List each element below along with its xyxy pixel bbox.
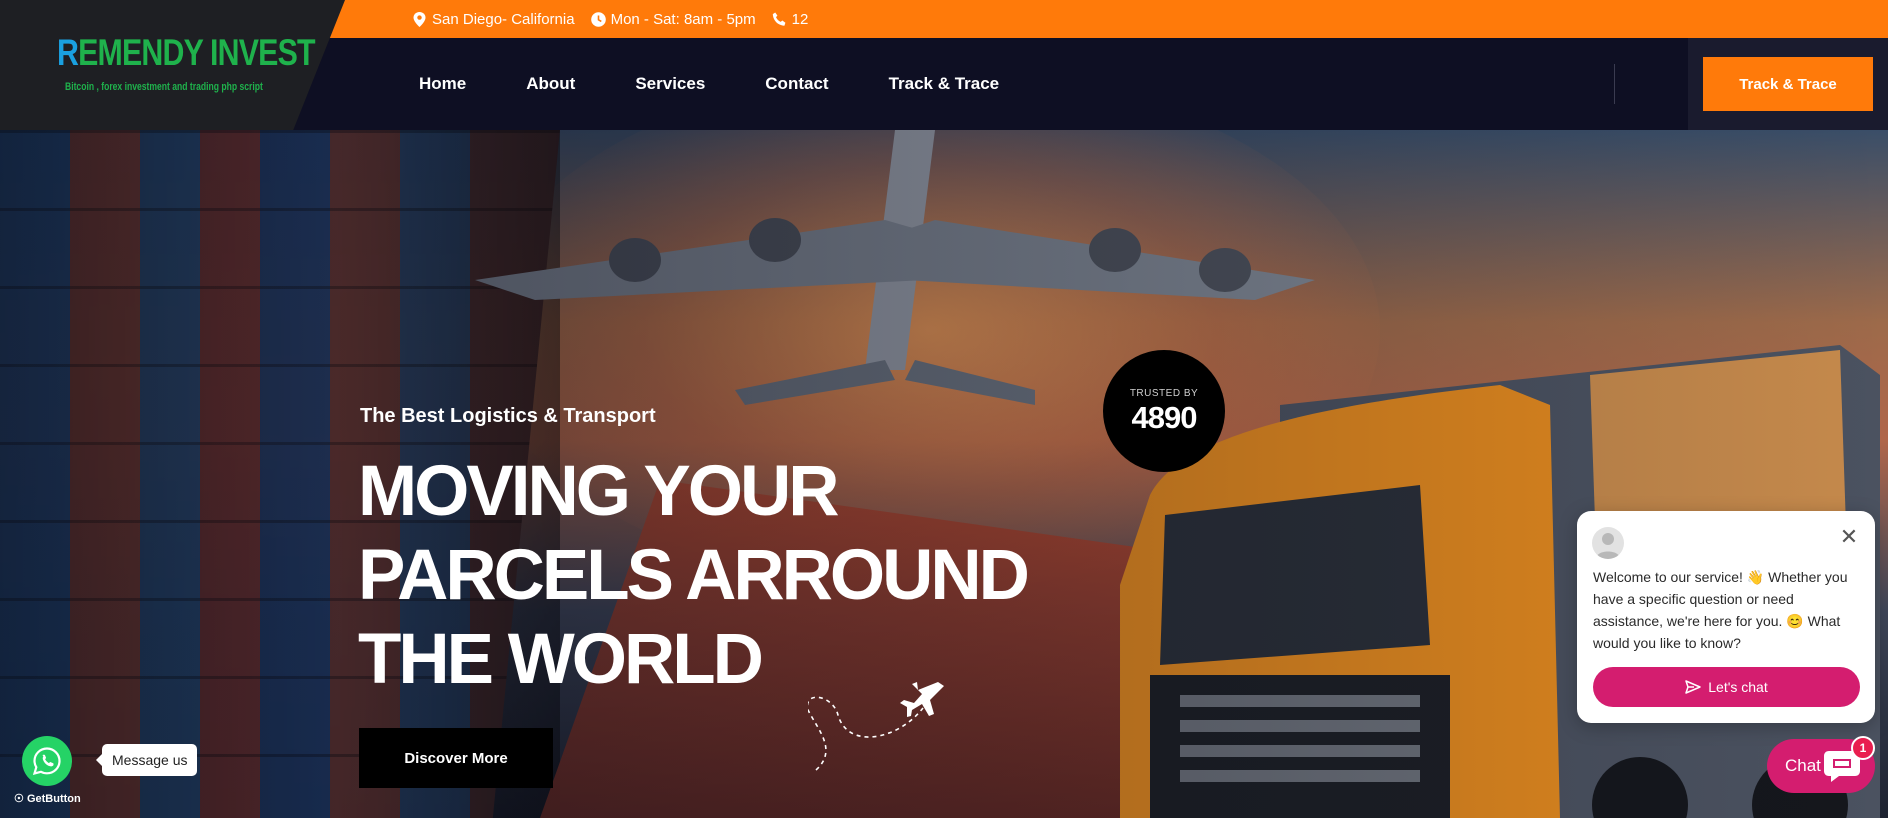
main-navbar: Home About Services Contact Track & Trac…	[300, 38, 1888, 130]
nav-home[interactable]: Home	[419, 74, 466, 94]
brand-logo[interactable]: REMENDY INVEST Bitcoin , forex investmen…	[57, 32, 316, 102]
close-icon: ✕	[1839, 524, 1859, 549]
map-pin-icon	[412, 11, 427, 27]
main-nav: Home About Services Contact Track & Trac…	[419, 38, 1059, 130]
trusted-label: TRUSTED BY	[1129, 388, 1199, 399]
nav-contact[interactable]: Contact	[765, 74, 828, 94]
whatsapp-tooltip[interactable]: Message us	[95, 744, 198, 776]
chat-unread-badge: 1	[1851, 736, 1875, 760]
user-icon	[1596, 533, 1620, 559]
lets-chat-label: Let's chat	[1708, 679, 1768, 695]
clock-icon	[590, 11, 606, 27]
hero-tagline: The Best Logistics & Transport	[360, 405, 656, 427]
top-info-items: San Diego- California Mon - Sat: 8am - 5…	[412, 0, 824, 38]
chat-popup: ✕ Welcome to our service! 👋 Whether you …	[1577, 511, 1875, 723]
whatsapp-button[interactable]	[22, 736, 72, 786]
lets-chat-button[interactable]: Let's chat	[1593, 667, 1860, 707]
phone-info[interactable]: 12	[772, 10, 809, 28]
nav-services[interactable]: Services	[635, 74, 705, 94]
brand-name: REMENDY INVEST	[57, 32, 316, 74]
logo-panel: REMENDY INVEST Bitcoin , forex investmen…	[0, 0, 345, 130]
whatsapp-icon	[32, 747, 61, 776]
hero-headline-line-2: PARCELS ARROUND	[358, 536, 1030, 615]
nav-about[interactable]: About	[526, 74, 575, 94]
brand-name-rest: EMENDY INVEST	[78, 32, 315, 73]
nav-track-trace[interactable]: Track & Trace	[889, 74, 1000, 94]
getbutton-text: GetButton	[26, 793, 81, 805]
brand-initial: R	[57, 32, 79, 73]
brand-tagline: Bitcoin , forex investment and trading p…	[65, 81, 263, 93]
send-icon	[1685, 680, 1701, 694]
agent-avatar	[1592, 527, 1624, 559]
getbutton-credit[interactable]: ☉ GetButton	[14, 792, 81, 805]
trusted-badge: TRUSTED BY 4890	[1103, 350, 1225, 472]
hours-info: Mon - Sat: 8am - 5pm	[590, 10, 756, 28]
phone-text: 12	[791, 10, 809, 28]
hero-headline-line-1: MOVING YOUR	[358, 452, 840, 531]
flight-path-icon	[808, 682, 944, 771]
hero-headline: MOVING YOUR PARCELS ARROUND THE WORLD	[358, 450, 1030, 702]
getbutton-logo-icon: ☉	[14, 793, 24, 805]
nav-divider	[1614, 64, 1615, 104]
discover-more-button[interactable]: Discover More	[359, 728, 553, 788]
hours-text: Mon - Sat: 8am - 5pm	[610, 10, 756, 28]
phone-icon	[772, 12, 787, 27]
location-info: San Diego- California	[412, 11, 575, 28]
chat-close-button[interactable]: ✕	[1837, 524, 1861, 549]
chat-welcome-message: Welcome to our service! 👋 Whether you ha…	[1593, 569, 1848, 651]
track-trace-button[interactable]: Track & Trace	[1703, 57, 1873, 111]
chat-launcher-label: Chat	[1785, 756, 1821, 775]
location-text: San Diego- California	[432, 10, 575, 28]
trusted-count: 4890	[1131, 400, 1198, 435]
chat-launcher[interactable]: Chat 1	[1767, 736, 1875, 793]
